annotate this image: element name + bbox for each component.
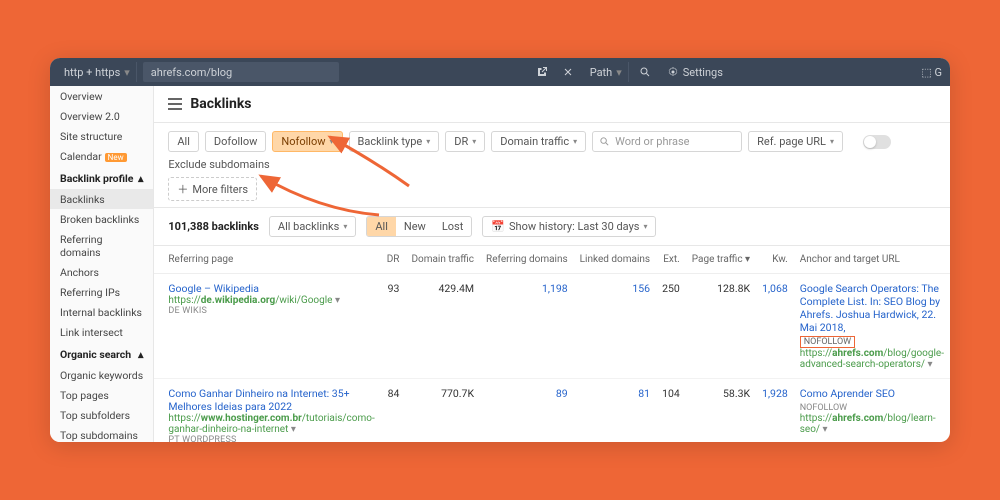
cell-rd[interactable]: 1,198: [480, 274, 574, 379]
search-input[interactable]: Word or phrase: [592, 131, 742, 152]
cell-dr: 93: [381, 274, 406, 379]
col-kw[interactable]: Kw.: [756, 246, 794, 274]
col-referring-domains[interactable]: Referring domains: [480, 246, 574, 274]
sidebar-item-internal-backlinks[interactable]: Internal backlinks: [50, 302, 153, 322]
referring-page-title[interactable]: Como Ganhar Dinheiro na Internet: 35+ Me…: [168, 387, 374, 413]
url-input[interactable]: ahrefs.com/blog: [143, 62, 339, 82]
filter-dofollow[interactable]: Dofollow: [205, 131, 266, 152]
history-select[interactable]: 📅 Show history: Last 30 days▾: [482, 216, 656, 237]
tab-new[interactable]: New: [396, 217, 434, 236]
referring-page-tags: DE WIKIS: [168, 306, 374, 316]
cell-ld[interactable]: 81: [574, 379, 656, 443]
cell-ext: 104: [656, 379, 686, 443]
cell-rd[interactable]: 89: [480, 379, 574, 443]
col-ext[interactable]: Ext.: [656, 246, 686, 274]
open-icon[interactable]: [532, 62, 552, 82]
target-url[interactable]: https://ahrefs.com/blog/google-advanced-…: [800, 348, 944, 370]
settings-button[interactable]: Settings: [661, 62, 729, 82]
protocol-select[interactable]: http + https▾: [58, 62, 137, 82]
cell-pt: 128.8K: [686, 274, 756, 379]
all-backlinks-select[interactable]: All backlinks▾: [269, 216, 356, 237]
backlinks-table: Referring page DR Domain traffic Referri…: [154, 246, 950, 442]
anchor-text[interactable]: Como Aprender SEO: [800, 387, 944, 400]
sidebar: Overview Overview 2.0 Site structure Cal…: [50, 86, 154, 442]
filter-domain-traffic[interactable]: Domain traffic▾: [491, 131, 586, 152]
sidebar-item-organic-keywords[interactable]: Organic keywords: [50, 365, 153, 385]
path-select[interactable]: Path▾: [584, 62, 629, 82]
referring-page-title[interactable]: Google – Wikipedia: [168, 282, 374, 295]
sidebar-item-top-subdomains[interactable]: Top subdomains: [50, 425, 153, 442]
main-content: Backlinks All Dofollow Nofollow▾ Backlin…: [154, 86, 950, 442]
filter-nofollow[interactable]: Nofollow▾: [272, 131, 342, 152]
exclude-subdomains-toggle[interactable]: [863, 135, 891, 149]
sidebar-item-top-subfolders[interactable]: Top subfolders: [50, 405, 153, 425]
anchor-text[interactable]: Google Search Operators: The Complete Li…: [800, 282, 944, 334]
sidebar-item-link-intersect[interactable]: Link intersect: [50, 322, 153, 342]
sidebar-item-calendar[interactable]: CalendarNew: [50, 146, 153, 166]
close-icon[interactable]: [558, 62, 578, 82]
nofollow-badge: NOFOLLOW: [800, 336, 855, 348]
more-filters-button[interactable]: ＋ More filters: [168, 177, 257, 201]
filter-dr[interactable]: DR▾: [445, 131, 485, 152]
cell-ext: 250: [656, 274, 686, 379]
sidebar-item-site-structure[interactable]: Site structure: [50, 126, 153, 146]
sidebar-item-broken-backlinks[interactable]: Broken backlinks: [50, 209, 153, 229]
sidebar-item-overview[interactable]: Overview: [50, 86, 153, 106]
cell-kw[interactable]: 1,068: [756, 274, 794, 379]
table-row: Como Ganhar Dinheiro na Internet: 35+ Me…: [154, 379, 950, 443]
col-domain-traffic[interactable]: Domain traffic: [405, 246, 480, 274]
cell-pt: 58.3K: [686, 379, 756, 443]
col-page-traffic[interactable]: Page traffic ▾: [686, 246, 756, 274]
sidebar-item-referring-domains[interactable]: Referring domains: [50, 229, 153, 262]
backlinks-count: 101,388 backlinks: [168, 220, 259, 233]
menu-icon[interactable]: [168, 98, 182, 110]
search-icon[interactable]: [635, 62, 655, 82]
target-url[interactable]: https://ahrefs.com/blog/learn-seo/ ▾: [800, 413, 944, 435]
sidebar-item-backlinks[interactable]: Backlinks: [50, 189, 153, 209]
sidebar-group-backlink[interactable]: Backlink profile▴: [50, 166, 153, 189]
tab-lost[interactable]: Lost: [434, 217, 471, 236]
cell-dt: 770.7K: [405, 379, 480, 443]
filter-backlink-type[interactable]: Backlink type▾: [349, 131, 440, 152]
nofollow-text: NOFOLLOW: [800, 403, 847, 413]
sidebar-item-referring-ips[interactable]: Referring IPs: [50, 282, 153, 302]
tab-all[interactable]: All: [367, 217, 396, 236]
table-row: Google – Wikipedia https://de.wikipedia.…: [154, 274, 950, 379]
cell-ld[interactable]: 156: [574, 274, 656, 379]
cell-dr: 84: [381, 379, 406, 443]
page-title: Backlinks: [190, 96, 251, 112]
status-tabs: All New Lost: [366, 216, 472, 237]
app-topbar: http + https▾ ahrefs.com/blog Path▾ Sett…: [50, 58, 950, 86]
sidebar-item-anchors[interactable]: Anchors: [50, 262, 153, 282]
sidebar-item-top-pages[interactable]: Top pages: [50, 385, 153, 405]
sidebar-item-overview2[interactable]: Overview 2.0: [50, 106, 153, 126]
right-menu[interactable]: ⬚ G: [921, 66, 942, 79]
cell-dt: 429.4M: [405, 274, 480, 379]
referring-page-tags: PT WORDPRESS: [168, 435, 374, 442]
filter-ref-page-url[interactable]: Ref. page URL▾: [748, 131, 843, 152]
referring-page-url[interactable]: https://de.wikipedia.org/wiki/Google ▾: [168, 295, 374, 306]
col-dr[interactable]: DR: [381, 246, 406, 274]
col-referring-page[interactable]: Referring page: [154, 246, 380, 274]
referring-page-url[interactable]: https://www.hostinger.com.br/tutoriais/c…: [168, 413, 374, 435]
sidebar-group-organic[interactable]: Organic search▴: [50, 342, 153, 365]
filter-all[interactable]: All: [168, 131, 199, 152]
exclude-subdomains-label: Exclude subdomains: [168, 158, 269, 171]
col-anchor[interactable]: Anchor and target URL: [794, 246, 950, 274]
col-linked-domains[interactable]: Linked domains: [574, 246, 656, 274]
cell-kw[interactable]: 1,928: [756, 379, 794, 443]
